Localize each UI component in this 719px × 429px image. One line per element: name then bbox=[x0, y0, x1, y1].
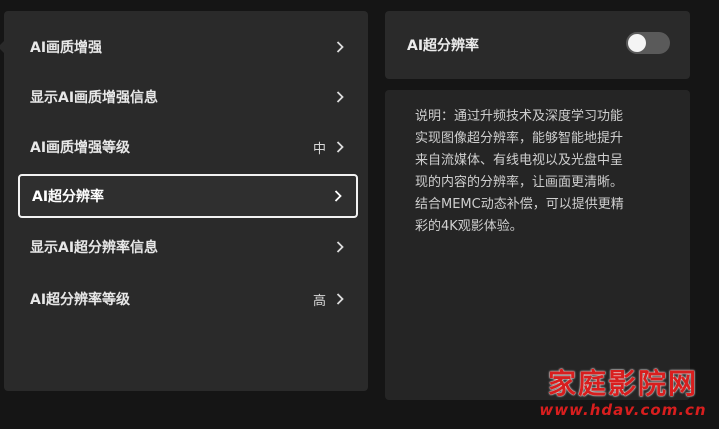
chevron-right-icon bbox=[334, 39, 346, 55]
description-line: 来自流媒体、有线电视以及光盘中呈 bbox=[415, 153, 624, 168]
menu-item-label: AI超分辨率 bbox=[32, 189, 105, 205]
description-line: 现的内容的分辨率，让画面更清晰。 bbox=[415, 175, 624, 190]
super-resolution-toggle[interactable] bbox=[626, 32, 670, 54]
menu-item-label: AI画质增强 bbox=[30, 40, 103, 56]
menu-item-show-ai-super-resolution-info[interactable]: 显示AI超分辨率信息 bbox=[18, 227, 358, 267]
description-line: 说明：通过升频技术及深度学习功能 bbox=[415, 109, 624, 124]
chevron-right-icon bbox=[334, 139, 346, 155]
menu-item-label: AI画质增强等级 bbox=[30, 140, 131, 156]
menu-item-label: 显示AI画质增强信息 bbox=[30, 90, 159, 106]
chevron-right-icon bbox=[332, 188, 344, 204]
site-watermark: 家庭影院网 www.hdav.com.cn bbox=[533, 368, 713, 420]
chevron-right-icon bbox=[334, 239, 346, 255]
detail-title: AI超分辨率 bbox=[407, 38, 480, 54]
menu-item-show-ai-picture-enhance-info[interactable]: 显示AI画质增强信息 bbox=[18, 77, 358, 117]
watermark-title: 家庭影院网 bbox=[547, 367, 698, 400]
menu-item-value: 高 bbox=[312, 293, 326, 309]
menu-item-ai-picture-enhance[interactable]: AI画质增强 bbox=[18, 27, 358, 67]
menu-item-value: 中 bbox=[312, 141, 326, 157]
menu-item-label: AI超分辨率等级 bbox=[30, 292, 131, 308]
chevron-right-icon bbox=[334, 89, 346, 105]
chevron-right-icon bbox=[334, 291, 346, 307]
settings-menu-panel: AI画质增强 显示AI画质增强信息 AI画质增强等级 中 AI超分辨率 显示AI… bbox=[0, 11, 368, 391]
description-text: 说明：通过升频技术及深度学习功能 实现图像超分辨率，能够智能地提升 来自流媒体、… bbox=[415, 106, 675, 238]
detail-header-panel: AI超分辨率 bbox=[385, 11, 690, 79]
menu-item-ai-super-resolution-level[interactable]: AI超分辨率等级 高 bbox=[18, 279, 358, 319]
description-line: 结合MEMC动态补偿，可以提供更精 bbox=[415, 197, 624, 212]
description-line: 实现图像超分辨率，能够智能地提升 bbox=[415, 131, 624, 146]
detail-description-panel: 说明：通过升频技术及深度学习功能 实现图像超分辨率，能够智能地提升 来自流媒体、… bbox=[385, 90, 690, 400]
watermark-url: www.hdav.com.cn bbox=[539, 401, 707, 419]
tv-settings-screen: AI画质增强 显示AI画质增强信息 AI画质增强等级 中 AI超分辨率 显示AI… bbox=[0, 0, 719, 429]
toggle-knob bbox=[628, 34, 646, 52]
menu-item-label: 显示AI超分辨率信息 bbox=[30, 240, 159, 256]
menu-item-ai-super-resolution[interactable]: AI超分辨率 bbox=[18, 174, 358, 218]
description-line: 彩的4K观影体验。 bbox=[415, 219, 523, 234]
menu-item-ai-picture-enhance-level[interactable]: AI画质增强等级 中 bbox=[18, 127, 358, 167]
panel-pointer bbox=[0, 41, 4, 53]
